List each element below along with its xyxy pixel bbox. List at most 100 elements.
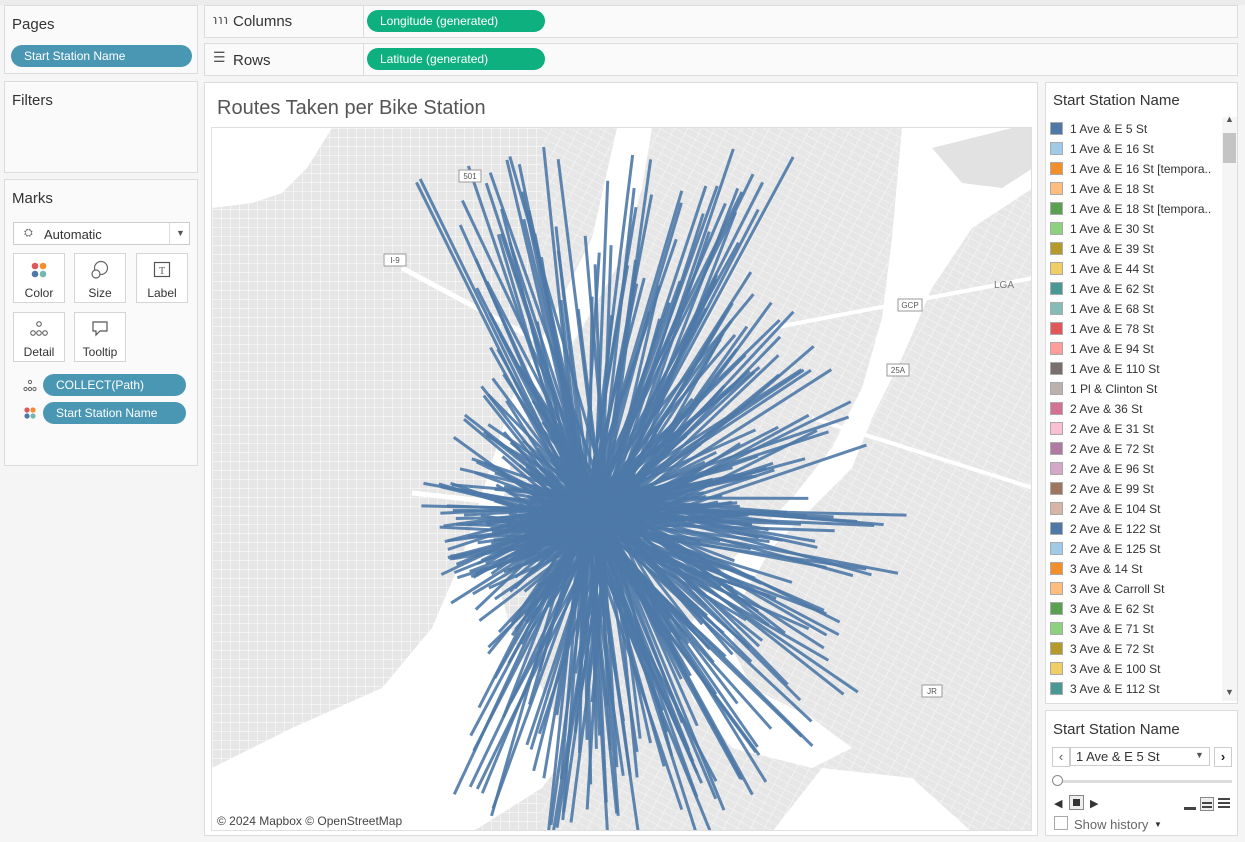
speed-medium-icon[interactable]: [1200, 797, 1214, 811]
next-page-button[interactable]: ›: [1214, 747, 1232, 767]
legend-title: Start Station Name: [1053, 92, 1180, 109]
show-history-label[interactable]: Show history: [1074, 817, 1148, 832]
legend-item[interactable]: 3 Ave & E 72 St: [1050, 639, 1154, 659]
page-control-title: Start Station Name: [1053, 721, 1180, 738]
chevron-down-icon[interactable]: ▼: [1154, 820, 1162, 829]
highway-shield-gcp: GCP: [897, 298, 923, 312]
page-slider-track[interactable]: [1058, 780, 1232, 783]
tooltip-button[interactable]: Tooltip: [74, 312, 126, 362]
legend-item-label: 3 Ave & E 100 St: [1070, 662, 1161, 676]
legend-swatch: [1050, 442, 1063, 455]
scroll-up-icon[interactable]: ▲: [1225, 114, 1234, 124]
legend-swatch: [1050, 142, 1063, 155]
legend-swatch: [1050, 342, 1063, 355]
legend-item[interactable]: 3 Ave & Carroll St: [1050, 579, 1165, 599]
legend-item[interactable]: 1 Ave & E 30 St: [1050, 219, 1154, 239]
legend-item[interactable]: 2 Ave & E 72 St: [1050, 439, 1154, 459]
color-button[interactable]: Color: [13, 253, 65, 303]
legend-item-label: 2 Ave & 36 St: [1070, 402, 1143, 416]
label-button[interactable]: T Label: [136, 253, 188, 303]
legend-item[interactable]: 1 Ave & E 39 St: [1050, 239, 1154, 259]
legend-item-label: 2 Ave & E 96 St: [1070, 462, 1154, 476]
map-view[interactable]: 501 I-9 GCP 25A LGA JR © 2024 Mapbox © O…: [211, 127, 1032, 831]
legend-item[interactable]: 3 Ave & E 100 St: [1050, 659, 1161, 679]
speed-slow-icon[interactable]: [1183, 797, 1197, 811]
detail-button-label: Detail: [23, 345, 55, 359]
legend-item[interactable]: 1 Ave & E 16 St: [1050, 139, 1154, 159]
chevron-down-icon: ▼: [1195, 750, 1204, 760]
pages-card: Pages Start Station Name: [4, 5, 198, 74]
stop-icon: [1073, 799, 1080, 806]
rows-field-pill[interactable]: Latitude (generated): [367, 48, 545, 70]
legend-item[interactable]: 2 Ave & E 31 St: [1050, 419, 1154, 439]
legend-item[interactable]: 1 Ave & E 18 St [tempora..: [1050, 199, 1211, 219]
legend-swatch: [1050, 482, 1063, 495]
play-back-icon[interactable]: ◀: [1054, 797, 1062, 810]
legend-item[interactable]: 3 Ave & E 62 St: [1050, 599, 1154, 619]
marks-card: Marks ⛭ Automatic ▼ Color Size T Label D…: [4, 179, 198, 466]
legend-item[interactable]: 3 Ave & E 71 St: [1050, 619, 1154, 639]
legend-item[interactable]: 1 Ave & E 110 St: [1050, 359, 1160, 379]
speed-fast-icon[interactable]: [1217, 797, 1231, 811]
columns-shelf[interactable]: ℩℩℩ Columns Longitude (generated): [204, 5, 1238, 38]
legend-item[interactable]: 1 Ave & E 5 St: [1050, 119, 1147, 139]
legend-swatch: [1050, 642, 1063, 655]
legend-item[interactable]: 1 Ave & E 78 St: [1050, 319, 1154, 339]
legend-item[interactable]: 2 Ave & E 104 St: [1050, 499, 1161, 519]
play-forward-icon[interactable]: ▶: [1090, 797, 1098, 810]
legend-item-label: 3 Ave & Carroll St: [1070, 582, 1165, 596]
show-history-checkbox[interactable]: [1054, 816, 1068, 830]
size-button[interactable]: Size: [74, 253, 126, 303]
legend-item[interactable]: 1 Ave & E 16 St [tempora..: [1050, 159, 1211, 179]
detail-button[interactable]: Detail: [13, 312, 65, 362]
mark-type-value: Automatic: [44, 227, 102, 242]
legend-item-label: 1 Ave & E 78 St: [1070, 322, 1154, 336]
speed-bar-icon: [1218, 798, 1230, 800]
highway-shield-jr: JR: [921, 684, 943, 698]
color-button-label: Color: [24, 286, 54, 300]
speed-bar-icon: [1202, 806, 1212, 808]
scrollbar-thumb[interactable]: [1223, 133, 1236, 163]
legend-item[interactable]: 1 Ave & E 44 St: [1050, 259, 1154, 279]
rows-shelf[interactable]: ☰ Rows Latitude (generated): [204, 43, 1238, 76]
mark-type-dropdown[interactable]: ⛭ Automatic ▼: [13, 222, 190, 245]
color-legend: Start Station Name 1 Ave & E 5 St 1 Ave &…: [1045, 82, 1238, 704]
legend-item[interactable]: 1 Pl & Clinton St: [1050, 379, 1157, 399]
legend-item-label: 1 Ave & E 30 St: [1070, 222, 1154, 236]
size-button-label: Size: [88, 286, 112, 300]
route-line[interactable]: [518, 513, 587, 517]
stop-button[interactable]: [1069, 795, 1084, 810]
legend-swatch: [1050, 382, 1063, 395]
view-panel: Routes Taken per Bike Station 501 I-9 GC…: [204, 82, 1038, 836]
legend-item-label: 2 Ave & E 104 St: [1070, 502, 1161, 516]
legend-item[interactable]: 2 Ave & E 99 St: [1050, 479, 1154, 499]
legend-item[interactable]: 1 Ave & E 62 St: [1050, 279, 1154, 299]
page-slider-thumb[interactable]: [1052, 775, 1063, 786]
legend-item[interactable]: 2 Ave & E 125 St: [1050, 539, 1161, 559]
chevron-down-icon[interactable]: ▼: [169, 223, 191, 244]
legend-item-label: 1 Ave & E 16 St: [1070, 142, 1154, 156]
legend-item[interactable]: 3 Ave & E 112 St: [1050, 679, 1160, 699]
legend-scrollbar[interactable]: ▲ ▼: [1222, 114, 1237, 701]
columns-field-pill[interactable]: Longitude (generated): [367, 10, 545, 32]
previous-page-button[interactable]: ‹: [1052, 747, 1070, 767]
scroll-down-icon[interactable]: ▼: [1225, 687, 1234, 697]
map-canvas[interactable]: 501 I-9 GCP 25A LGA JR © 2024 Mapbox © O…: [212, 128, 1032, 831]
legend-item[interactable]: 2 Ave & 36 St: [1050, 399, 1143, 419]
legend-item-label: 1 Ave & E 44 St: [1070, 262, 1154, 276]
legend-item[interactable]: 1 Ave & E 68 St: [1050, 299, 1154, 319]
legend-item[interactable]: 2 Ave & E 122 St: [1050, 519, 1161, 539]
pages-field-pill[interactable]: Start Station Name: [11, 45, 192, 67]
legend-list[interactable]: 1 Ave & E 5 St 1 Ave & E 16 St 1 Ave & E 1…: [1046, 117, 1222, 701]
filters-card[interactable]: Filters: [4, 81, 198, 173]
svg-text:GCP: GCP: [901, 301, 918, 310]
legend-swatch: [1050, 502, 1063, 515]
legend-item[interactable]: 1 Ave & E 94 St: [1050, 339, 1154, 359]
legend-item[interactable]: 3 Ave & 14 St: [1050, 559, 1143, 579]
legend-item[interactable]: 2 Ave & E 96 St: [1050, 459, 1154, 479]
legend-item[interactable]: 1 Ave & E 18 St: [1050, 179, 1154, 199]
marks-field-collect-path[interactable]: COLLECT(Path): [43, 374, 186, 396]
marks-field-start-station[interactable]: Start Station Name: [43, 402, 186, 424]
page-select[interactable]: 1 Ave & E 5 St ▼: [1070, 747, 1210, 766]
legend-swatch: [1050, 262, 1063, 275]
